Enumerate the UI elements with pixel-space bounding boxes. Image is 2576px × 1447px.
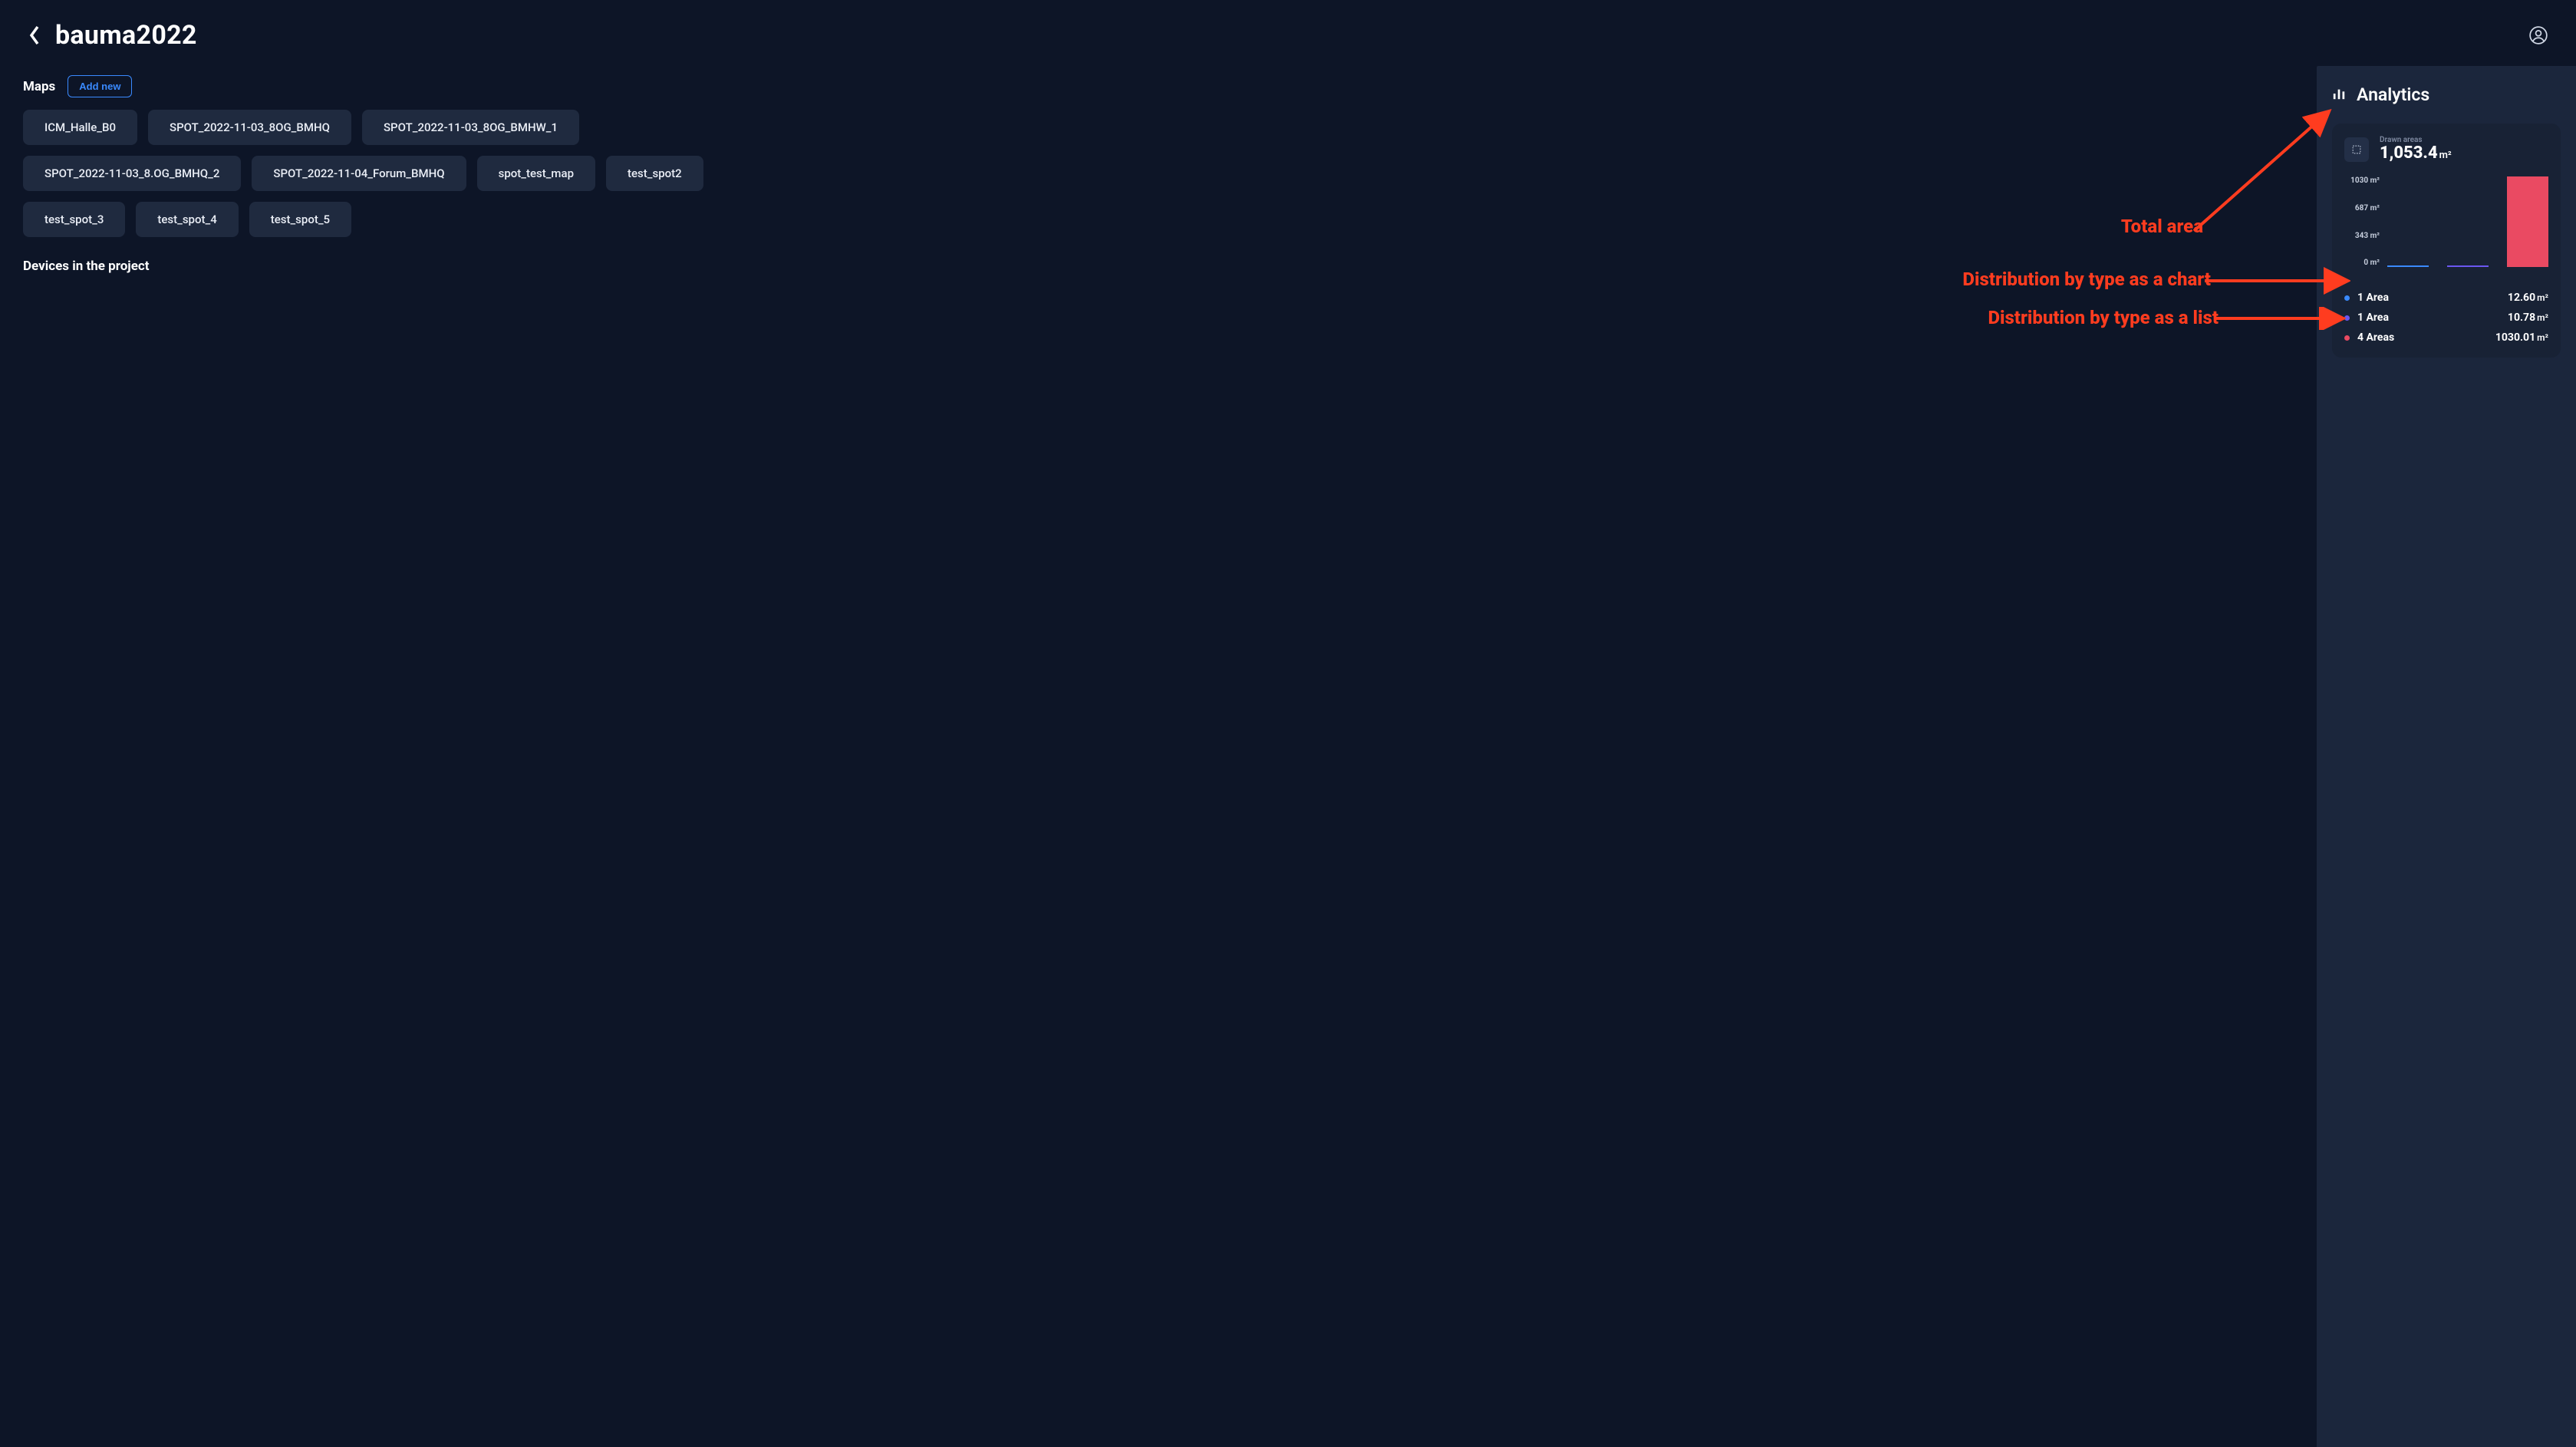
list-item-label: 1 Area	[2357, 311, 2389, 324]
list-item-unit: m²	[2537, 312, 2548, 323]
list-item-label: 1 Area	[2357, 292, 2389, 304]
chart-bar	[2447, 265, 2489, 267]
map-chip[interactable]: SPOT_2022-11-04_Forum_BMHQ	[252, 156, 466, 191]
list-item-value: 10.78	[2508, 311, 2535, 324]
annotation-total-area: Total area	[2121, 216, 2203, 237]
legend-dot-icon	[2344, 315, 2350, 321]
chart-y-tick: 687 m²	[2355, 204, 2380, 213]
annotation-list: Distribution by type as a list	[1988, 307, 2219, 328]
maps-section-header: Maps Add new	[23, 75, 2294, 97]
chart-bar	[2507, 176, 2548, 267]
list-item-unit: m²	[2537, 292, 2548, 303]
map-chip[interactable]: spot_test_map	[477, 156, 595, 191]
chart-y-tick: 343 m²	[2355, 232, 2380, 240]
list-item-value: 1030.01	[2495, 331, 2535, 344]
list-item: 4 Areas 1030.01m²	[2344, 331, 2548, 344]
list-item-label: 4 Areas	[2357, 331, 2394, 344]
map-chip[interactable]: ICM_Halle_B0	[23, 110, 137, 145]
chart-bar	[2387, 265, 2429, 267]
analytics-panel: Analytics Drawn areas 1,053.4m²	[2317, 66, 2576, 1447]
analytics-header: Analytics	[2332, 84, 2561, 105]
map-chip[interactable]: test_spot_4	[136, 202, 238, 237]
map-chip[interactable]: test_spot_5	[249, 202, 351, 237]
legend-dot-icon	[2344, 295, 2350, 301]
analytics-card-header: Drawn areas 1,053.4m²	[2344, 136, 2548, 163]
analytics-title: Analytics	[2357, 84, 2429, 105]
distribution-list: 1 Area 12.60m² 1 Area 10.78m²	[2344, 292, 2548, 344]
map-chip[interactable]: test_spot2	[606, 156, 703, 191]
back-button[interactable]	[28, 24, 41, 47]
list-item: 1 Area 12.60m²	[2344, 292, 2548, 304]
maps-label: Maps	[23, 79, 55, 94]
devices-section-title: Devices in the project	[23, 259, 2294, 274]
list-item-value: 12.60	[2508, 292, 2535, 304]
header-left: bauma2022	[28, 20, 197, 51]
app-header: bauma2022	[0, 0, 2576, 61]
map-chip[interactable]: SPOT_2022-11-03_8OG_BMHQ	[148, 110, 351, 145]
drawn-areas-value: 1,053.4	[2380, 143, 2438, 163]
legend-dot-icon	[2344, 335, 2350, 341]
maps-chip-list: ICM_Halle_B0 SPOT_2022-11-03_8OG_BMHQ SP…	[23, 110, 775, 237]
add-new-button[interactable]: Add new	[68, 75, 132, 97]
chart-y-axis: 1030 m² 687 m² 343 m² 0 m²	[2344, 176, 2380, 267]
map-chip[interactable]: SPOT_2022-11-03_8.OG_BMHQ_2	[23, 156, 241, 191]
analytics-icon	[2332, 87, 2346, 104]
profile-icon[interactable]	[2528, 25, 2548, 45]
body: Maps Add new ICM_Halle_B0 SPOT_2022-11-0…	[0, 66, 2576, 1447]
drawn-areas-unit: m²	[2439, 150, 2452, 161]
chart-bars	[2387, 176, 2548, 267]
map-chip[interactable]: test_spot_3	[23, 202, 125, 237]
distribution-chart: 1030 m² 687 m² 343 m² 0 m²	[2344, 176, 2548, 276]
drawn-areas-total: Drawn areas 1,053.4m²	[2380, 136, 2452, 163]
page-title: bauma2022	[55, 20, 197, 51]
list-item: 1 Area 10.78m²	[2344, 311, 2548, 324]
chart-y-tick: 0 m²	[2364, 259, 2380, 267]
list-item-unit: m²	[2537, 332, 2548, 343]
map-chip[interactable]: SPOT_2022-11-03_8OG_BMHW_1	[362, 110, 579, 145]
main-content: Maps Add new ICM_Halle_B0 SPOT_2022-11-0…	[0, 66, 2317, 1447]
chart-y-tick: 1030 m²	[2350, 176, 2380, 185]
analytics-card: Drawn areas 1,053.4m² 1030 m² 687 m² 343…	[2332, 124, 2561, 358]
draw-area-icon	[2344, 137, 2369, 162]
